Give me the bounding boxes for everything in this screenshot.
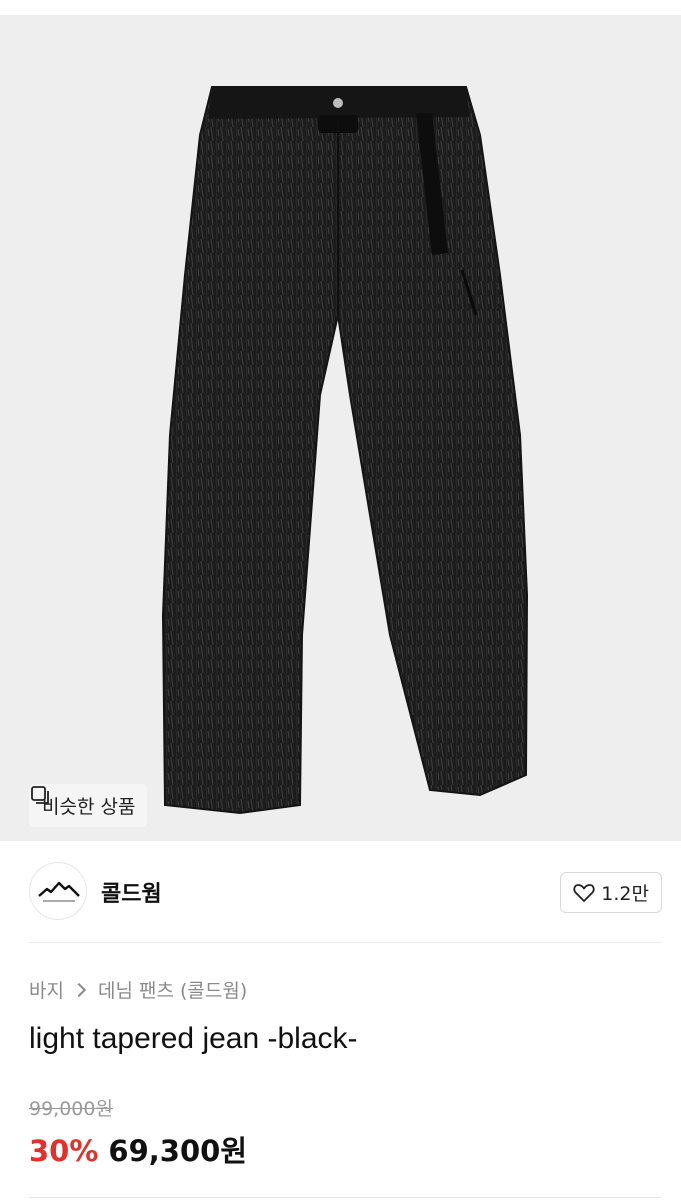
like-count: 1.2만 [601,883,649,905]
pants-shape [161,86,529,815]
breadcrumb-item-denim-pants[interactable]: 데님 팬츠 (콜드웜) [98,976,247,1003]
price-row: 30% 69,300원 [29,1128,247,1170]
like-button[interactable]: 1.2만 [560,872,662,913]
similar-items-button[interactable]: 비슷한 상품 [29,784,148,827]
similar-items-icon [31,786,49,804]
breadcrumb-item-pants[interactable]: 바지 [29,976,64,1003]
product-image[interactable]: 비슷한 상품 [0,15,681,841]
product-title: light tapered jean -black- [29,1022,358,1055]
divider [29,1197,662,1198]
divider [29,942,662,943]
original-price: 99,000원 [29,1098,113,1120]
breadcrumb: 바지 데님 팬츠 (콜드웜) [29,976,247,1003]
seller-avatar[interactable] [29,862,87,920]
heart-outline-icon [573,883,595,902]
seller-name[interactable]: 콜드웜 [101,876,162,908]
pants-photo [161,86,529,815]
seller-row: 콜드웜 1.2만 [29,862,662,922]
discount-rate: 30% [29,1134,99,1168]
product-detail-page: 비슷한 상품 콜드웜 1.2만 바지 데님 팬츠 (콜드웜) light tap… [0,0,681,1200]
mountain-logo-icon [38,881,80,902]
chevron-right-icon [71,982,87,997]
sale-price: 69,300원 [108,1134,248,1168]
similar-items-label: 비슷한 상품 [42,796,136,818]
